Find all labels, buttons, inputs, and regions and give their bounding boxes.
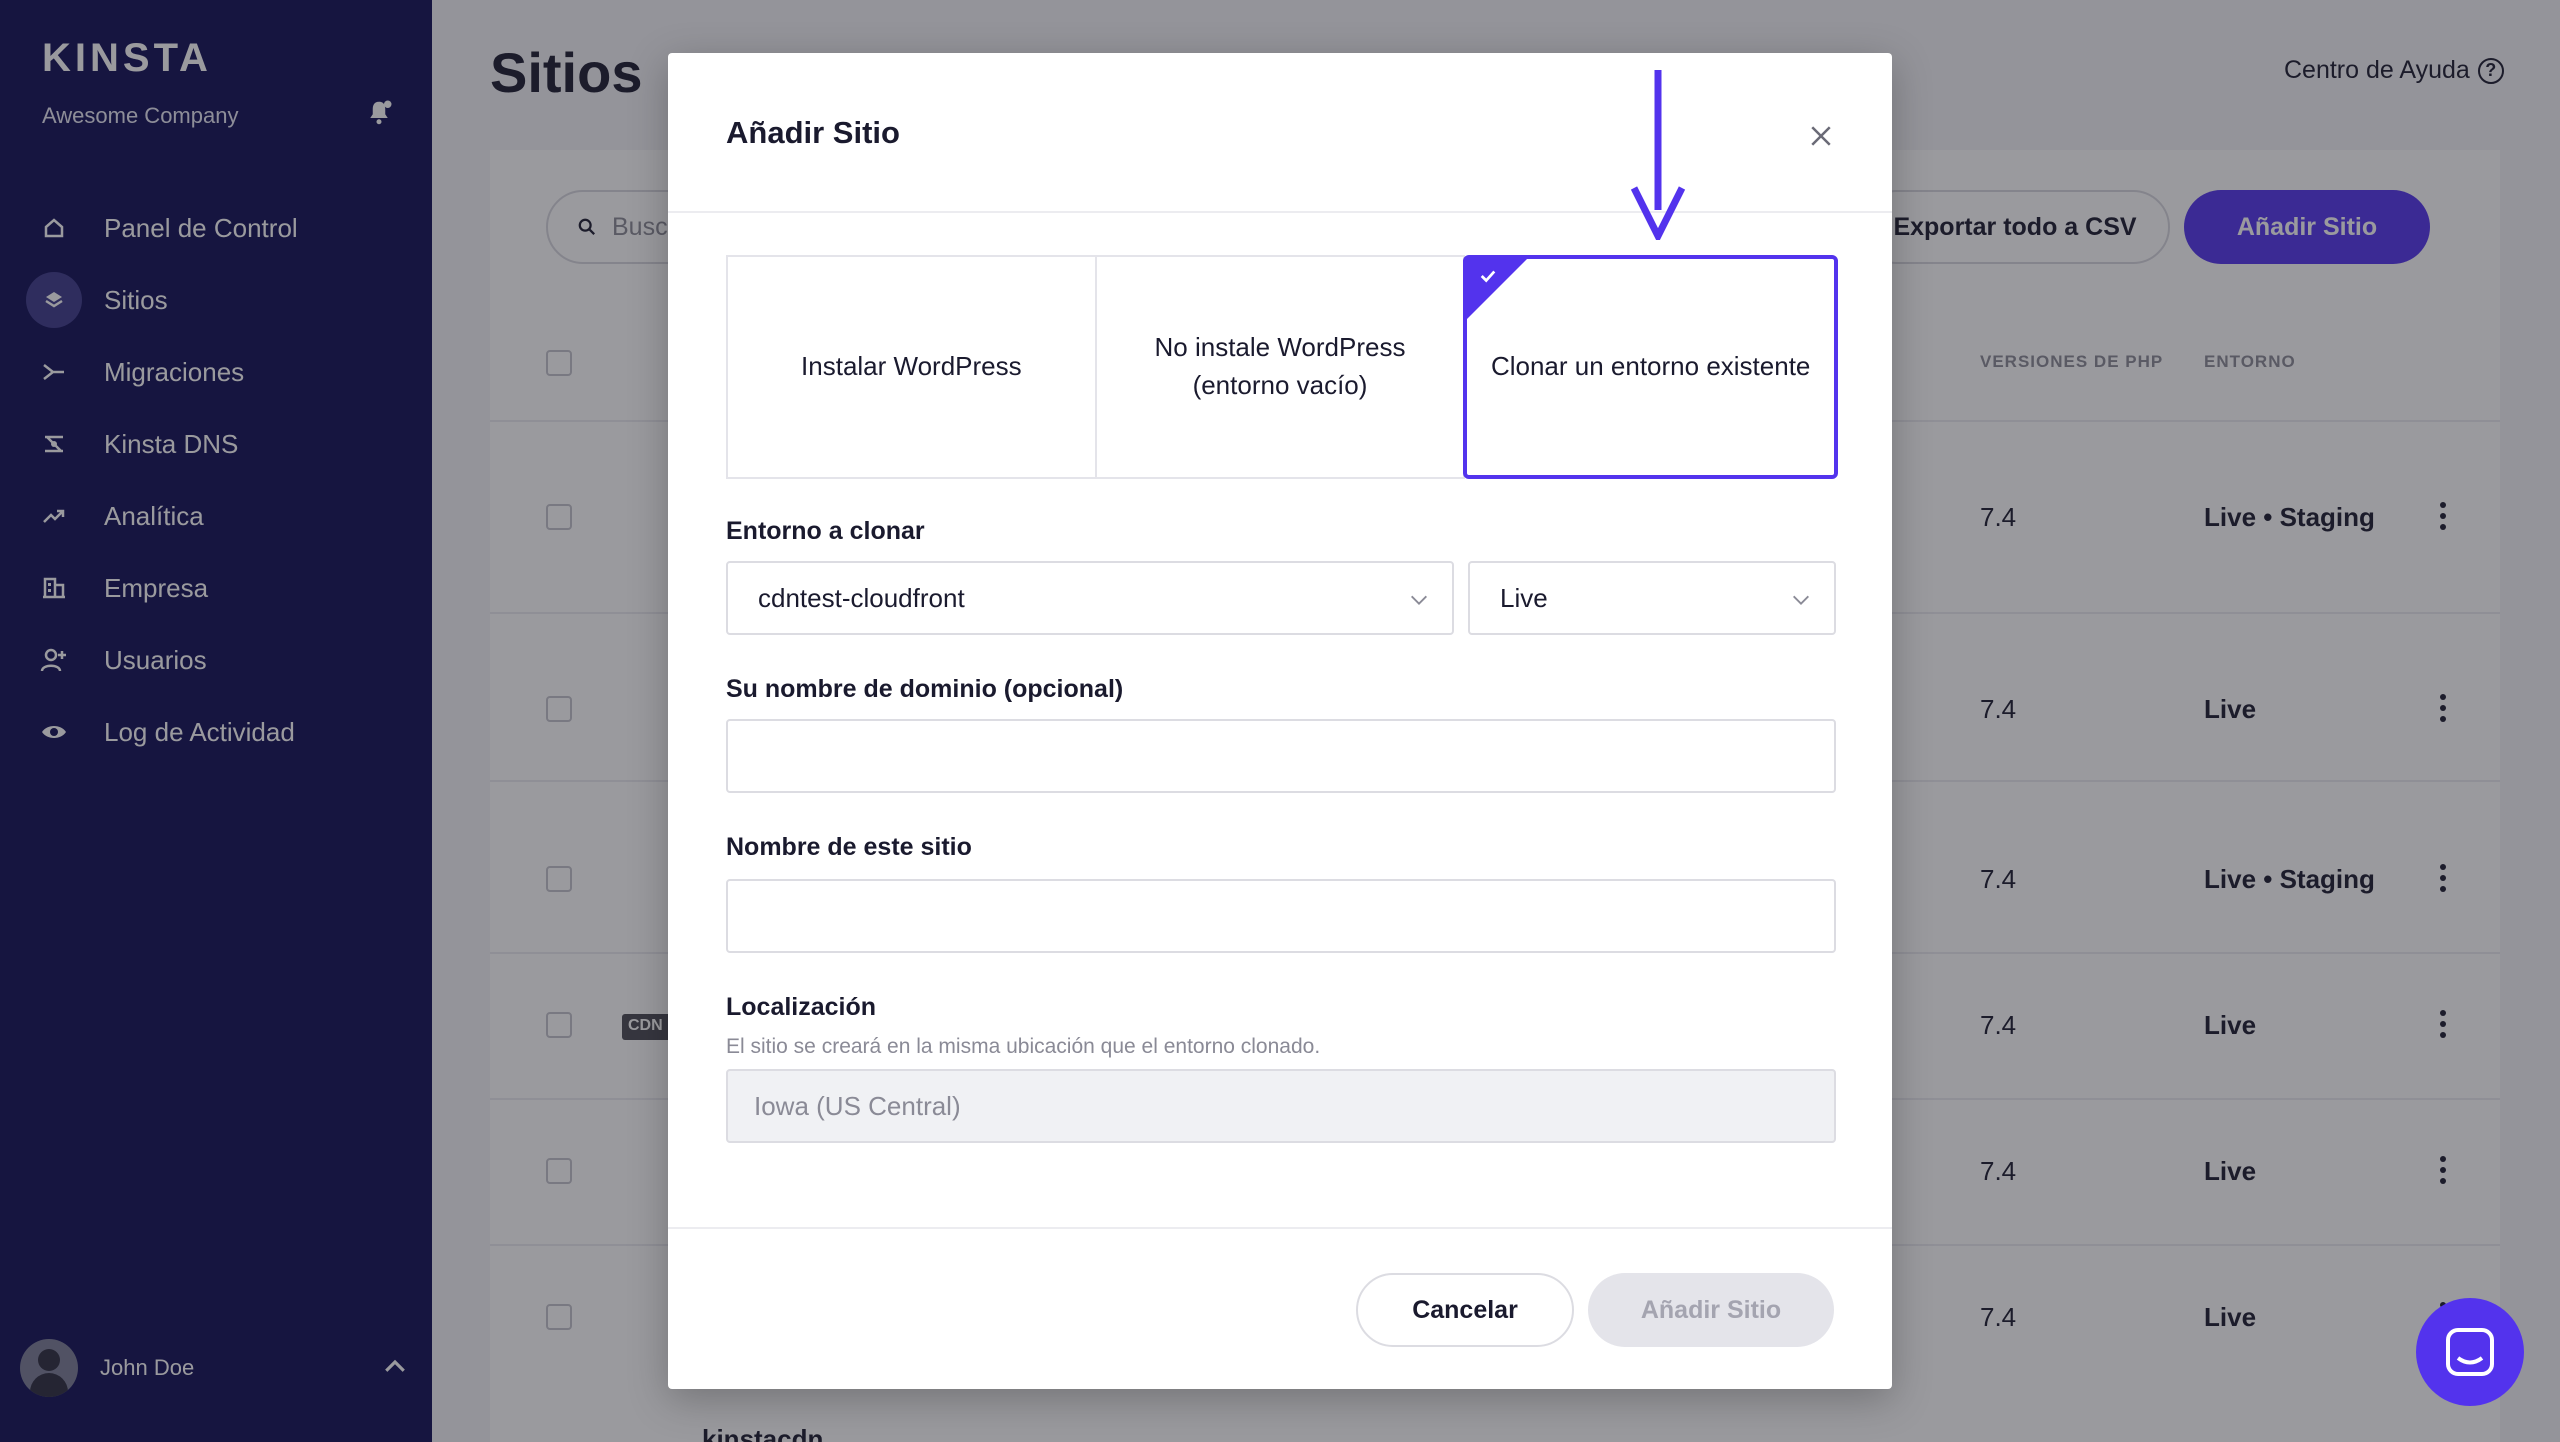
clone-site-value: cdntest-cloudfront xyxy=(758,582,965,613)
close-icon[interactable] xyxy=(1806,121,1836,151)
clone-env-select[interactable]: Live xyxy=(1468,561,1836,635)
clone-environment-label: Entorno a clonar xyxy=(726,517,925,545)
modal-title: Añadir Sitio xyxy=(726,115,900,150)
clone-env-value: Live xyxy=(1500,582,1548,613)
clone-site-select[interactable]: cdntest-cloudfront xyxy=(726,561,1454,635)
submit-add-site-button[interactable]: Añadir Sitio xyxy=(1588,1273,1834,1347)
chat-icon xyxy=(2446,1328,2494,1376)
chat-launcher[interactable] xyxy=(2416,1298,2524,1406)
location-value: Iowa (US Central) xyxy=(754,1090,961,1121)
site-name-field[interactable] xyxy=(726,879,1836,953)
arrow-down-icon xyxy=(1630,70,1686,240)
option-empty-environment[interactable]: No instale WordPress (entorno vacío) xyxy=(1094,255,1466,479)
option-label: No instale WordPress (entorno vacío) xyxy=(1154,332,1406,400)
option-label: Clonar un entorno existente xyxy=(1490,351,1811,382)
location-label: Localización xyxy=(726,993,877,1021)
divider xyxy=(668,211,1892,213)
option-clone-environment[interactable]: Clonar un entorno existente xyxy=(1463,255,1839,479)
site-name-label: Nombre de este sitio xyxy=(726,833,972,861)
option-label: Instalar WordPress xyxy=(801,351,1022,382)
cancel-button[interactable]: Cancelar xyxy=(1356,1273,1574,1347)
divider xyxy=(668,1227,1892,1229)
chevron-down-icon xyxy=(1793,595,1809,605)
option-install-wordpress[interactable]: Instalar WordPress xyxy=(726,255,1097,479)
chevron-down-icon xyxy=(1411,595,1427,605)
selected-corner xyxy=(1465,257,1530,321)
domain-label: Su nombre de dominio (opcional) xyxy=(726,675,1124,703)
check-icon xyxy=(1481,270,1496,283)
location-hint: El sitio se creará en la misma ubicación… xyxy=(726,1035,1321,1058)
add-site-modal: Añadir Sitio Instalar WordPress No insta… xyxy=(668,53,1892,1389)
domain-field[interactable] xyxy=(726,719,1836,793)
install-options: Instalar WordPress No instale WordPress … xyxy=(726,255,1839,479)
location-field: Iowa (US Central) xyxy=(726,1069,1836,1143)
